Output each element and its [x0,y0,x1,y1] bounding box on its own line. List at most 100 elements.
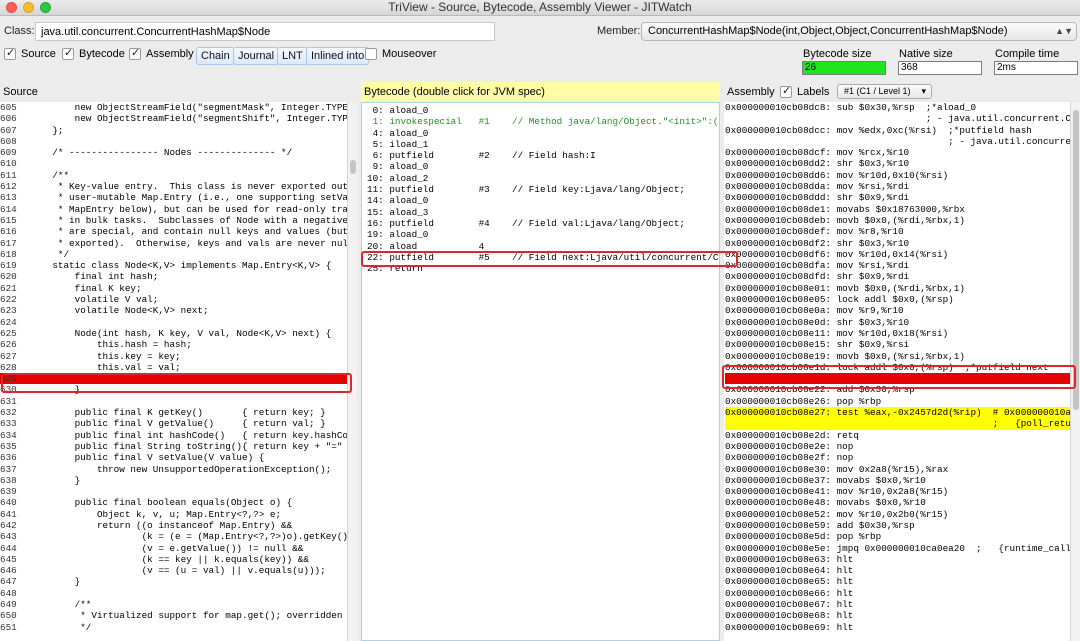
source-line[interactable]: 643 (k = (e = (Map.Entry<?,?>)o).getKey(… [0,531,347,542]
source-line[interactable]: 638 } [0,475,347,486]
assembly-line[interactable]: 0x000000010cb08e0a: mov %r9,%r10 [725,305,1070,316]
assembly-line[interactable]: 0x000000010cb08def: mov %r8,%r10 [725,226,1070,237]
assembly-line[interactable]: 0x000000010cb08e69: hlt [725,622,1070,633]
bytecode-line[interactable]: 0: aload_0 [367,105,719,116]
assembly-line[interactable]: 0x000000010cb08deb: movb $0x0,(%rdi,%rbx… [725,215,1070,226]
source-line[interactable]: 625 Node(int hash, K key, V val, Node<K,… [0,328,347,339]
bytecode-line[interactable]: 25: return [367,263,719,274]
assembly-line[interactable]: 0x000000010cb08dda: mov %rsi,%rdi [725,181,1070,192]
assembly-line[interactable]: ; - java.util.concurrent [725,136,1070,147]
assembly-line[interactable]: 0x000000010cb08e30: mov 0x2a8(%r15),%rax [725,464,1070,475]
assembly-line[interactable]: 0x000000010cb08dcc: mov %edx,0xc(%rsi) ;… [725,125,1070,136]
source-line[interactable]: 621 final K key; [0,283,347,294]
assembly-line[interactable]: 0x000000010cb08df6: mov %r10d,0x14(%rsi) [725,249,1070,260]
assembly-line[interactable]: 0x000000010cb08e2f: nop [725,452,1070,463]
source-line[interactable]: 616 * are special, and contain null keys… [0,226,347,237]
source-line[interactable]: 642 return ((o instanceof Map.Entry) && [0,520,347,531]
assembly-scrollbar[interactable] [1070,102,1080,641]
source-line[interactable]: 605 new ObjectStreamField("segmentMask",… [0,102,347,113]
zoom-icon[interactable] [40,2,51,13]
assembly-line[interactable]: 0x000000010cb08e27: test %eax,-0x2457d2d… [725,407,1070,419]
source-line[interactable]: 606 new ObjectStreamField("segmentShift"… [0,113,347,124]
source-line[interactable]: 610 [0,158,347,169]
assembly-line[interactable]: 0x000000010cb08dfd: shr $0x9,%rdi [725,271,1070,282]
bytecode-pane[interactable]: 0: aload_0 1: invokespecial #1 // Method… [361,102,720,641]
assembly-line[interactable]: 0x000000010cb08e48: movabs $0x0,%r10 [725,497,1070,508]
source-line[interactable]: 613 * user-mutable Map.Entry (i.e., one … [0,192,347,203]
bytecode-line[interactable]: 15: aload_3 [367,207,719,218]
bytecode-line[interactable]: 20: aload 4 [367,241,719,252]
lnt-button[interactable]: LNT [277,47,308,65]
source-line[interactable]: 635 public final String toString(){ retu… [0,441,347,452]
source-line[interactable]: 647 } [0,576,347,587]
bytecode-line[interactable]: 4: aload_0 [367,128,719,139]
source-line[interactable]: 620 final int hash; [0,271,347,282]
assembly-line[interactable]: 0x000000010cb08e01: movb $0x0,(%rdi,%rbx… [725,283,1070,294]
source-line[interactable]: 611 /** [0,170,347,181]
source-line[interactable]: 631 [0,396,347,407]
bytecode-line[interactable]: 19: aload_0 [367,229,719,240]
assembly-line[interactable]: 0x000000010cb08e05: lock addl $0x0,(%rsp… [725,294,1070,305]
source-line[interactable]: 607 }; [0,125,347,136]
assembly-line[interactable]: 0x000000010cb08e15: shr $0x9,%rsi [725,339,1070,350]
bytecode-line[interactable]: 22: putfield #5 // Field next:Ljava/util… [367,252,719,263]
source-line[interactable]: 648 [0,588,347,599]
assembly-line[interactable]: ; {poll_return [725,418,1070,430]
assembly-line[interactable]: 0x000000010cb08e2e: nop [725,441,1070,452]
source-pane[interactable]: 605 new ObjectStreamField("segmentMask",… [0,102,347,641]
source-line[interactable]: 641 Object k, v, u; Map.Entry<?,?> e; [0,509,347,520]
assembly-line[interactable]: 0x000000010cb08df2: shr $0x3,%r10 [725,238,1070,249]
assembly-pane[interactable]: 0x000000010cb08dc8: sub $0x30,%rsp ;*alo… [724,102,1070,641]
assembly-line[interactable]: 0x000000010cb08e59: add $0x30,%rsp [725,520,1070,531]
source-line[interactable]: 646 (v == (u = val) || v.equals(u))); [0,565,347,576]
source-line[interactable]: 614 * MapEntry below), but can be used f… [0,204,347,215]
source-line[interactable]: 651 */ [0,622,347,633]
source-line[interactable]: 637 throw new UnsupportedOperationExcept… [0,464,347,475]
source-line[interactable]: 612 * Key-value entry. This class is nev… [0,181,347,192]
labels-checkbox[interactable]: Labels [780,84,829,98]
source-line[interactable]: 649 /** [0,599,347,610]
source-line[interactable]: 626 this.hash = hash; [0,339,347,350]
assembly-line[interactable]: 0x000000010cb08e37: movabs $0x0,%r10 [725,475,1070,486]
assembly-line[interactable]: 0x000000010cb08e22: add $0x30,%rsp [725,384,1070,395]
source-line[interactable]: 650 * Virtualized support for map.get();… [0,610,347,621]
source-line[interactable]: 633 public final V getValue() { return v… [0,418,347,429]
bytecode-line[interactable]: 11: putfield #3 // Field key:Ljava/lang/… [367,184,719,195]
source-line[interactable]: 608 [0,136,347,147]
assembly-line[interactable]: 0x000000010cb08e11: mov %r10d,0x18(%rsi) [725,328,1070,339]
member-select[interactable]: ConcurrentHashMap$Node(int,Object,Object… [641,22,1077,41]
journal-button[interactable]: Journal [233,47,280,65]
assembly-line[interactable]: 0x000000010cb08e0d: shr $0x3,%r10 [725,317,1070,328]
source-line[interactable]: 619 static class Node<K,V> implements Ma… [0,260,347,271]
assembly-line[interactable]: 0x000000010cb08e67: hlt [725,599,1070,610]
assembly-line[interactable]: 0x000000010cb08e64: hlt [725,565,1070,576]
assembly-line[interactable]: 0x000000010cb08e5d: pop %rbp [725,531,1070,542]
source-line[interactable]: 636 public final V setValue(V value) { [0,452,347,463]
assembly-line[interactable]: 0x000000010cb08dd2: shr $0x3,%r10 [725,158,1070,169]
bytecode-line[interactable]: 1: invokespecial #1 // Method java/lang/… [367,116,719,127]
source-line[interactable]: 627 this.key = key; [0,351,347,362]
compile-level-select[interactable]: #1 (C1 / Level 1) ▾ [837,84,932,99]
assembly-line[interactable]: 0x000000010cb08e66: hlt [725,588,1070,599]
source-line[interactable]: 609 /* ---------------- Nodes ----------… [0,147,347,158]
class-field[interactable]: java.util.concurrent.ConcurrentHashMap$N… [35,22,495,41]
source-line[interactable]: 639 [0,486,347,497]
assembly-line[interactable]: ; - java.util.concurrent.Con [725,113,1070,124]
bytecode-line[interactable]: 10: aload_2 [367,173,719,184]
mouseover-checkbox[interactable]: Mouseover [365,48,436,60]
source-line[interactable]: 623 volatile Node<K,V> next; [0,305,347,316]
source-scrollbar[interactable] [347,102,357,641]
source-line[interactable]: 622 volatile V val; [0,294,347,305]
assembly-line[interactable]: ; - java.util.concurr [725,373,1070,385]
assembly-line[interactable]: 0x000000010cb08e68: hlt [725,610,1070,621]
bytecode-line[interactable]: 14: aload_0 [367,195,719,206]
assembly-line[interactable]: 0x000000010cb08e1d: lock addl $0x0,(%rsp… [725,362,1070,373]
assembly-line[interactable]: 0x000000010cb08e65: hlt [725,576,1070,587]
source-line[interactable]: 644 (v = e.getValue()) != null && [0,543,347,554]
source-line[interactable]: 632 public final K getKey() { return key… [0,407,347,418]
bytecode-line[interactable]: 6: putfield #2 // Field hash:I [367,150,719,161]
bytecode-checkbox[interactable]: Bytecode [62,46,125,60]
chain-button[interactable]: Chain [196,47,235,65]
source-line[interactable]: 615 * in bulk tasks. Subclasses of Node … [0,215,347,226]
bytecode-line[interactable]: 5: iload_1 [367,139,719,150]
